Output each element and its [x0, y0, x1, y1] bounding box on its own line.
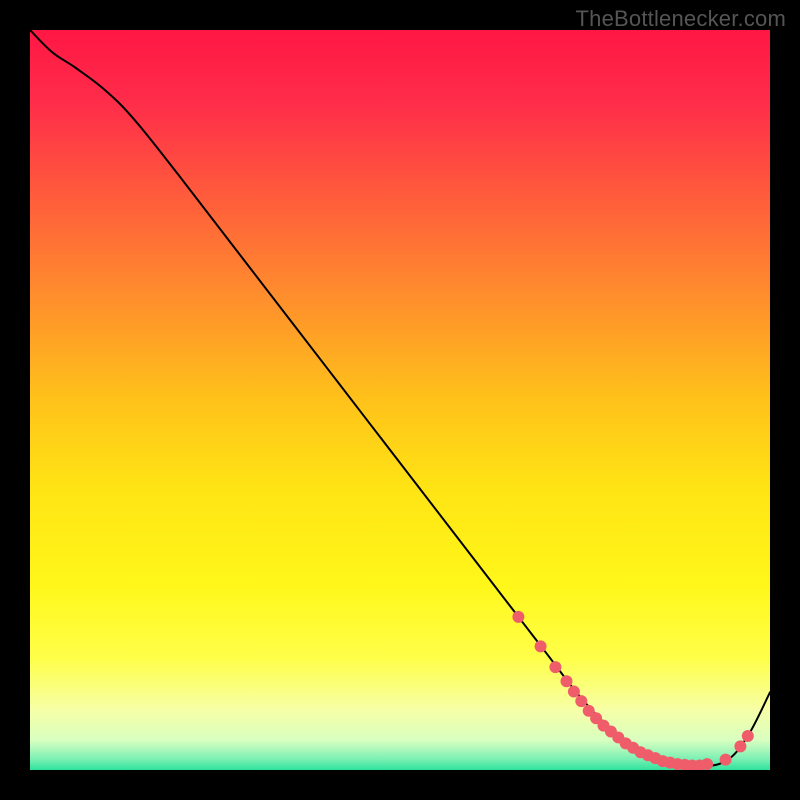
curve-marker	[720, 754, 732, 766]
curve-marker	[575, 695, 587, 707]
chart-svg	[30, 30, 770, 770]
chart-background	[30, 30, 770, 770]
watermark-text: TheBottlenecker.com	[576, 6, 786, 32]
plot-area	[30, 30, 770, 770]
curve-marker	[549, 661, 561, 673]
curve-marker	[512, 611, 524, 623]
curve-marker	[742, 730, 754, 742]
curve-marker	[535, 640, 547, 652]
curve-marker	[701, 758, 713, 770]
curve-marker	[561, 675, 573, 687]
chart-container: TheBottlenecker.com	[0, 0, 800, 800]
curve-marker	[568, 686, 580, 698]
curve-marker	[734, 740, 746, 752]
